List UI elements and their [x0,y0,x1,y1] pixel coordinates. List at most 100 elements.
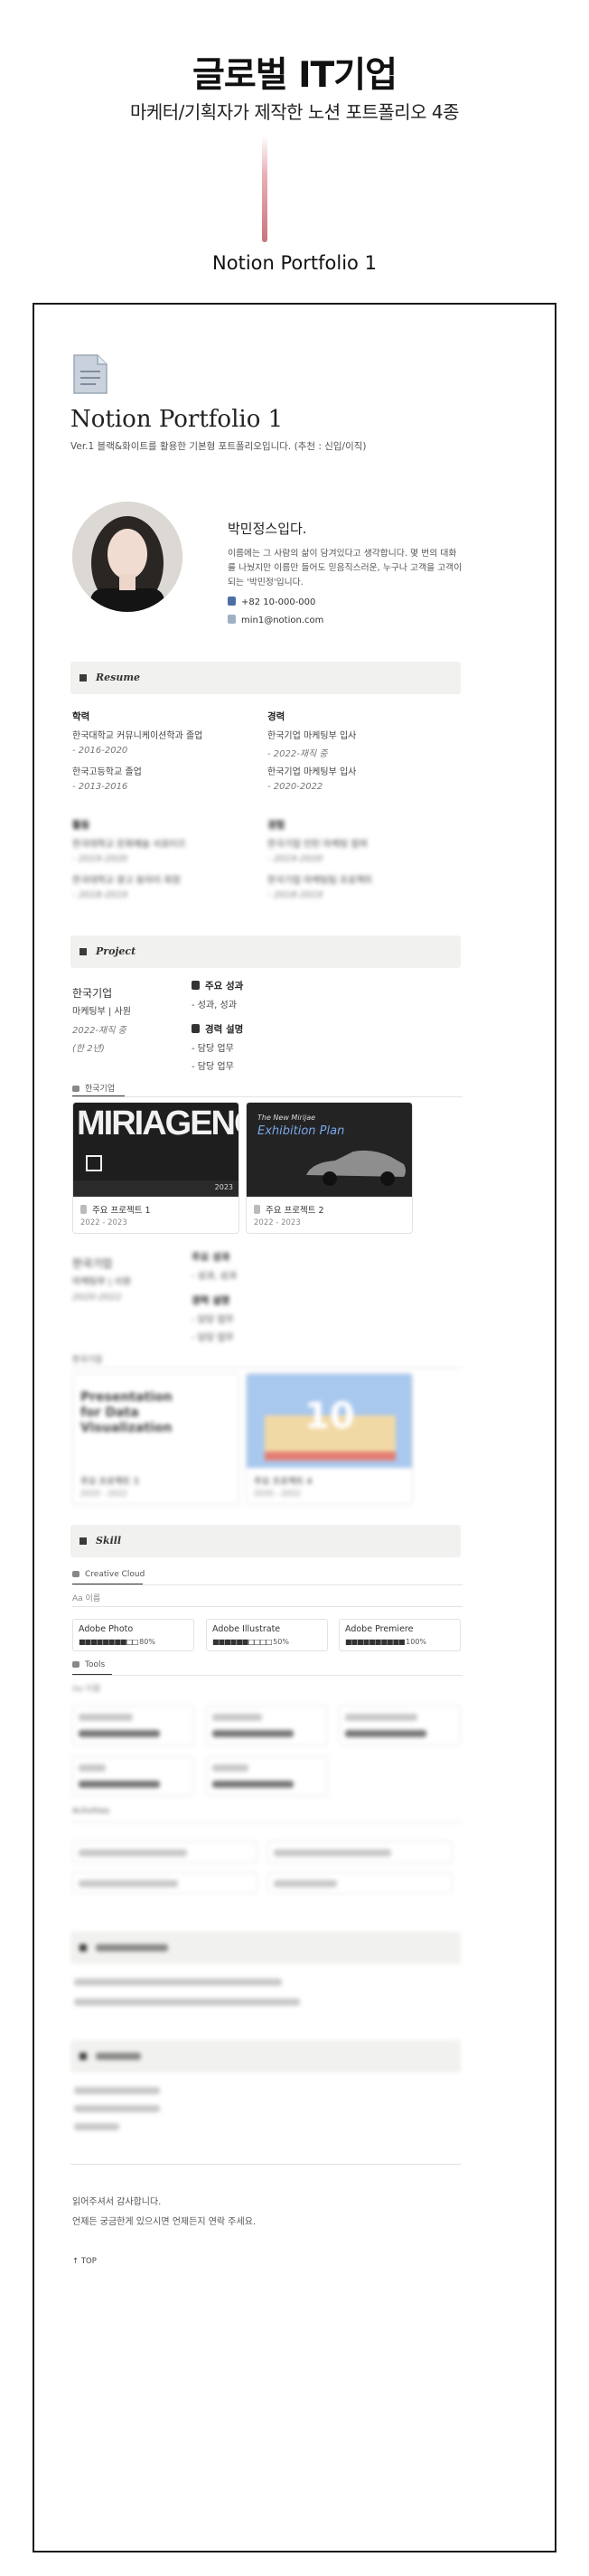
skill-level: ■■■■■■□□□□ 50% [212,1638,289,1646]
resume-section-header[interactable]: Resume [70,662,461,694]
gallery-tab: 한국기업 [72,1356,103,1365]
experience-item: 한국기업 인턴 마케팅 참여 [267,840,368,850]
activity-item: 한국대학교 광고 동아리 회장 [72,876,181,886]
divider [72,1096,463,1097]
square-icon [79,2053,87,2060]
thumb-year: 2023 [214,1183,233,1191]
arrow-icon [86,1155,102,1171]
tool-card [206,1706,328,1745]
main-results: - 성과, 성과 [192,1272,237,1282]
square-icon [79,1537,87,1545]
name-filter: Aa 이름 [72,1685,101,1694]
card-date: 2020 - 2022 [254,1490,301,1499]
skill-card[interactable]: Adobe Photo ■■■■■■■■□□ 80% [72,1619,194,1651]
project-company: 한국기업 [72,1257,113,1270]
education-period: - 2016-2020 [72,746,128,756]
email-address[interactable]: min1@notion.com [241,616,323,625]
top-link[interactable]: ↑ TOP [72,2257,97,2266]
card-date: 2022 - 2023 [254,1218,301,1227]
card-title: 주요 프로젝트 4 [254,1477,313,1487]
divider [70,2164,461,2165]
experience-desc-label: 경력 설명 [192,1022,243,1036]
card-title: 주요 프로젝트 1 [80,1203,151,1216]
main-results-label: 주요 성과 [192,1252,230,1263]
skill-heading: Skill [96,1535,122,1547]
profile-name: 박민정스입다. [228,521,307,537]
education-label: 학력 [72,711,90,722]
card-date: 2020 - 2022 [80,1490,127,1499]
document-icon [73,354,108,394]
name-filter[interactable]: Aa 이름 [72,1592,100,1603]
resume-heading: Resume [96,672,140,683]
arrow-up-icon: ↑ [72,2257,81,2266]
folder-icon [192,1024,200,1033]
activity-item: 한국대학교 문화예술 서포터즈 [72,840,186,850]
hero-title: 글로벌 IT기업 [192,55,397,96]
career-period: - 2022-재직 중 [267,749,328,759]
activities-tab: Activities [72,1807,110,1816]
accent-line [262,136,267,242]
square-icon [79,1944,87,1951]
card-thumbnail: 10 [247,1374,412,1468]
phone-icon [228,597,236,606]
skill-name: Adobe Premiere [345,1624,414,1634]
page-title: Notion Portfolio 1 [70,406,284,433]
page-icon [254,1205,260,1214]
hero-subtitle: 마케터/기획자가 제작한 노션 포트폴리오 4종 [129,101,460,123]
project-period: 2020-2022 [72,1293,122,1302]
experience-desc: - 담당 업무 [192,1333,234,1343]
divider [72,1606,463,1607]
folder-icon [192,981,200,990]
career-label: 경력 [267,711,285,722]
gallery-tab[interactable]: 한국기업 [72,1082,115,1094]
thumb-text: MIRIAGENCY [77,1105,238,1142]
card-date: 2022 - 2023 [80,1218,127,1227]
education-item: 한국대학교 커뮤니케이션학과 졸업 [72,731,203,741]
experience-desc: - 담당 업무 [192,1044,234,1054]
gallery-icon [72,1086,79,1092]
card-title: 주요 프로젝트 3 [80,1477,139,1487]
card-thumbnail: The New Mirijae Exhibition Plan [247,1103,412,1197]
footer-thanks: 읽어주셔서 감사합니다. [72,2197,162,2207]
career-item: 한국기업 마케팅부 입사 [267,767,357,777]
main-results: - 성과, 성과 [192,1001,237,1011]
tool-card [72,1756,194,1796]
tools-tab[interactable]: Tools [72,1660,105,1669]
tool-card [72,1706,194,1745]
project-card-2[interactable]: The New Mirijae Exhibition Plan 주요 프로젝트 … [246,1102,413,1234]
activity-card [267,1841,453,1863]
skill-name: Adobe Photo [79,1624,134,1634]
experience-period: - 2018-2019 [267,890,323,900]
card-title: 주요 프로젝트 2 [254,1203,324,1216]
skill-card[interactable]: Adobe Illustrate ■■■■■■□□□□ 50% [206,1619,328,1651]
square-icon [79,674,87,682]
project-company: 한국기업 [72,987,113,1000]
education-item: 한국고등학교 졸업 [72,767,142,777]
divider [72,1821,463,1822]
skill-section-header[interactable]: Skill [70,1525,461,1557]
divider [72,1675,463,1676]
project-card-1[interactable]: MIRIAGENCY 2023 주요 프로젝트 1 2022 - 2023 [72,1102,239,1234]
profile-phone: +82 10-000-000 [228,597,315,607]
creative-cloud-tab[interactable]: Creative Cloud [72,1570,145,1579]
thumb-text: Exhibition Plan [257,1124,345,1138]
experience-label: 경험 [267,820,285,831]
hero-caption: Notion Portfolio 1 [212,252,377,274]
experience-desc-label: 경력 설명 [192,1295,230,1306]
card-thumbnail: MIRIAGENCY 2023 [73,1103,238,1197]
skill-card[interactable]: Adobe Premiere ■■■■■■■■■■ 100% [339,1619,461,1651]
thumb-text: Presentation for Data Visualization [80,1390,173,1435]
phone-number: +82 10-000-000 [241,597,316,607]
skill-name: Adobe Illustrate [212,1624,281,1634]
project-section-header[interactable]: Project [70,935,461,968]
thumb-text: 10 [304,1396,355,1437]
activity-card [72,1872,257,1894]
page-description: Ver.1 블랙&화이트를 활용한 기본형 포트폴리오입니다. (추천 : 신입… [70,441,367,452]
tool-card [206,1756,328,1796]
education-period: - 2013-2016 [72,782,128,792]
skill-level: ■■■■■■■■■■ 100% [345,1638,427,1646]
project-card-4: 10 주요 프로젝트 4 2020 - 2022 [246,1373,413,1505]
project-team: 마케팅부 | 사원 [72,1277,131,1287]
blurred-section-header [70,2040,461,2073]
career-item: 한국기업 마케팅부 입사 [267,731,357,741]
